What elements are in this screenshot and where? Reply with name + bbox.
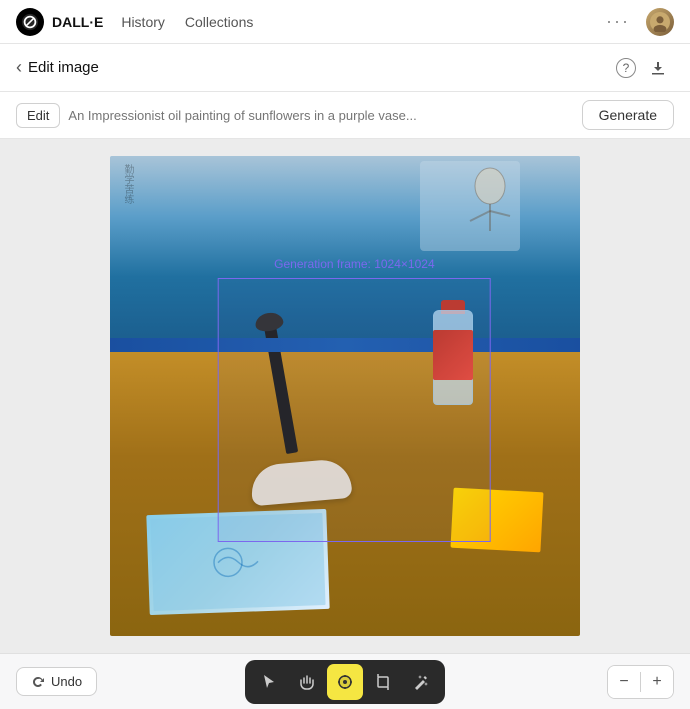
back-arrow-icon: ‹ [16,57,22,78]
page-title: Edit image [28,59,99,76]
magic-icon [412,673,430,691]
main-image[interactable]: 勤学苦练 [110,156,580,636]
nav-collections[interactable]: Collections [179,10,259,34]
download-icon [649,59,667,77]
select-icon [260,673,278,691]
nav-more-button[interactable]: ··· [598,7,638,36]
tool-group [245,660,445,704]
book-item-2 [451,487,544,552]
header-bar: ‹ Edit image ? [0,44,690,92]
prompt-input[interactable] [68,108,573,123]
user-avatar[interactable] [646,8,674,36]
prompt-bar: Edit Generate [0,92,690,139]
photo-screen: 勤学苦练 [110,156,580,358]
zoom-group: − + [607,665,674,699]
app-name: DALL·E [52,14,103,30]
crop-tool-button[interactable] [365,664,401,700]
image-container: 勤学苦练 [110,156,580,636]
bottom-toolbar: Undo [0,653,690,709]
select-tool-button[interactable] [251,664,287,700]
help-icon: ? [616,58,636,78]
back-button[interactable]: ‹ Edit image [16,57,99,78]
nav-history[interactable]: History [115,10,171,34]
download-button[interactable] [642,52,674,84]
top-nav: DALL·E History Collections ··· [0,0,690,44]
generate-button[interactable]: Generate [582,100,674,130]
water-bottle [429,300,477,420]
zoom-out-button[interactable]: − [608,666,640,698]
undo-label: Undo [51,674,82,689]
brush-icon [336,673,354,691]
undo-button[interactable]: Undo [16,667,97,696]
zoom-in-button[interactable]: + [641,666,673,698]
magic-tool-button[interactable] [403,664,439,700]
app-logo [16,8,44,36]
hand-tool-button[interactable] [289,664,325,700]
brush-tool-button[interactable] [327,664,363,700]
undo-icon [31,675,45,689]
canvas-area: 勤学苦练 [0,139,690,653]
crop-icon [374,673,392,691]
hand-icon [298,673,316,691]
edit-badge: Edit [16,103,60,128]
book-item [146,509,329,615]
help-button[interactable]: ? [610,52,642,84]
